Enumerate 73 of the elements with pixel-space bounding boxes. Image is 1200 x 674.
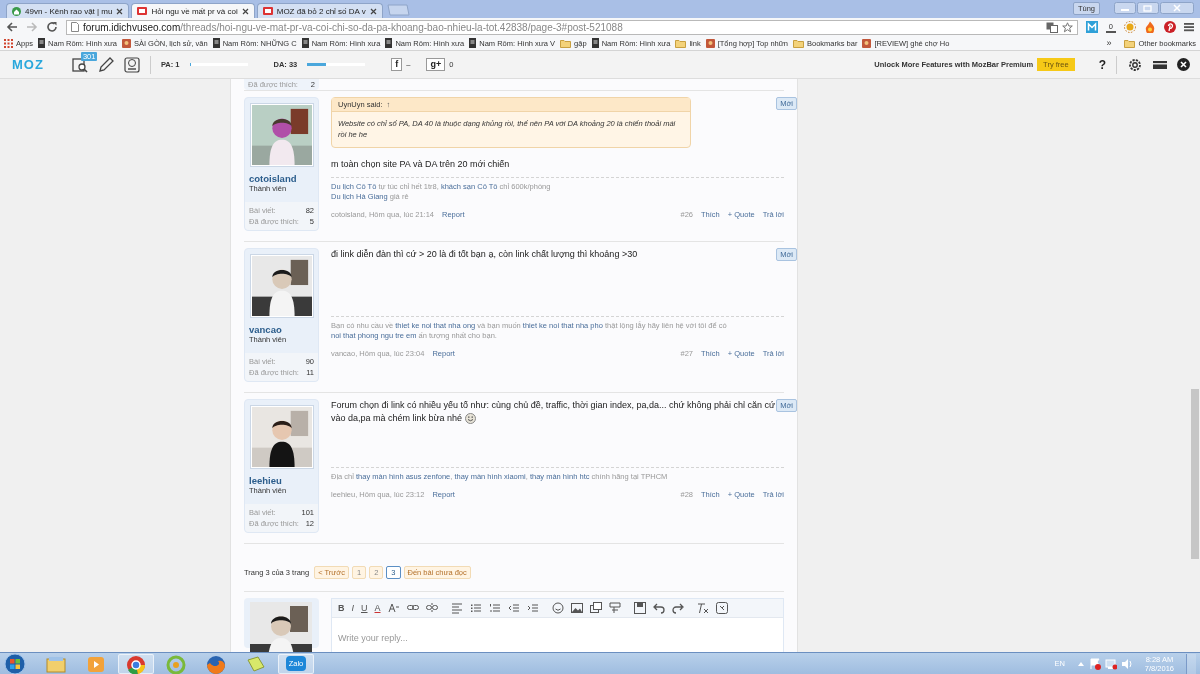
book-icon: [38, 38, 46, 48]
apps-grid-icon: [4, 38, 13, 48]
close-icon[interactable]: [241, 7, 249, 15]
book-icon: [385, 38, 393, 48]
format-button[interactable]: B: [338, 603, 345, 613]
message-text: đi link diễn đàn thì cứ > 20 là đi tốt bạn ạ, còn link chất lượng thì khoảng >30: [331, 249, 638, 260]
avatar-frame[interactable]: [249, 103, 314, 167]
folder-icon: [792, 38, 804, 48]
image-icon[interactable]: [570, 602, 583, 614]
clear-format-icon[interactable]: [696, 602, 709, 614]
network-icon[interactable]: [1104, 657, 1117, 670]
google-plus-button[interactable]: g+: [426, 58, 446, 71]
avatar-frame[interactable]: [249, 405, 314, 469]
message-text: Forum chọn đi link có nhiều yếu tố như: cùng chủ đề, traffic, thời gian index, pa,da... chứ không phải chỉ căn cứ vào da,pa mà chém link bừa nhé: [331, 400, 776, 424]
house-icon: [12, 6, 21, 16]
undo-icon[interactable]: [652, 602, 665, 614]
book-icon: [591, 38, 599, 48]
avatar-frame[interactable]: [249, 254, 314, 318]
smiley-icon[interactable]: [551, 602, 564, 614]
bar-icon[interactable]: [1153, 60, 1167, 69]
format-button[interactable]: I: [351, 603, 354, 613]
browser-tab[interactable]: 49vn - Kênh rao vặt | mu: [6, 3, 130, 18]
unlink-icon[interactable]: [425, 602, 438, 614]
photo-icon: [121, 38, 131, 48]
browser-tab[interactable]: Hỏi ngu về mất pr và coi: [131, 3, 255, 18]
facebook-button[interactable]: f: [391, 58, 403, 71]
redo-icon[interactable]: [671, 602, 684, 614]
username-link[interactable]: cotoisland: [249, 173, 314, 184]
folder-icon: [560, 38, 572, 48]
reply-field[interactable]: Write your reply...: [331, 618, 784, 652]
moz-logo: MOZ: [12, 57, 44, 72]
help-button[interactable]: ?: [1098, 57, 1106, 72]
save-icon[interactable]: [633, 602, 646, 614]
flame-icon[interactable]: [1144, 21, 1156, 33]
back-icon[interactable]: [6, 21, 18, 33]
close-icon[interactable]: [116, 7, 124, 15]
folder-icon: [1124, 38, 1136, 48]
taskbar-app[interactable]: [118, 653, 154, 674]
media-icon[interactable]: [589, 602, 602, 614]
star-icon[interactable]: [1061, 21, 1073, 33]
menu-icon[interactable]: [1184, 22, 1194, 32]
format-button[interactable]: U: [361, 603, 368, 613]
reload-icon[interactable]: [46, 21, 58, 33]
indent-icon[interactable]: [526, 602, 539, 614]
url-text: forum.idichvuseo.com/threads/hoi-ngu-ve-mat-pr-va-coi-chi-so-da-pa-khoang-bao-nhieu-la-tot.42838/page-3#post-521088: [83, 21, 623, 33]
start-button-icon[interactable]: [4, 652, 26, 674]
username-link[interactable]: leehieu: [249, 475, 314, 486]
book-icon: [301, 38, 309, 48]
message-text: m toàn chọn site PA và DA trên 20 mới chiến: [331, 159, 510, 170]
scrollbar-thumb[interactable]: [1191, 389, 1199, 559]
photo-icon: [862, 38, 872, 48]
font-size-icon[interactable]: [387, 602, 400, 614]
folder-icon: [675, 38, 687, 48]
more-bookmarks-button[interactable]: »: [1106, 38, 1112, 48]
smiley-icon: [465, 413, 477, 425]
settings-icon[interactable]: [1127, 56, 1143, 73]
address-bar[interactable]: forum.idichvuseo.com/threads/hoi-ngu-ve-mat-pr-va-coi-chi-so-da-pa-khoang-bao-nhieu-la-tot.42838/page-3#post-521088: [66, 19, 1078, 35]
format-button[interactable]: A: [374, 603, 381, 613]
flag-icon[interactable]: [1088, 657, 1101, 670]
outdent-icon[interactable]: [507, 602, 520, 614]
pinterest-icon[interactable]: [1164, 21, 1176, 33]
page-icon: [71, 22, 79, 32]
translate-icon[interactable]: [1045, 21, 1058, 33]
book-icon: [212, 38, 220, 48]
username-link[interactable]: vancao: [249, 324, 314, 335]
m-logo-icon[interactable]: [1085, 21, 1098, 33]
pencil-icon[interactable]: [97, 56, 114, 73]
browser-tab[interactable]: MOZ đã bỏ 2 chỉ số DA v: [256, 3, 383, 18]
close-icon[interactable]: [1177, 58, 1190, 71]
book-icon: [469, 38, 477, 48]
minimize-icon[interactable]: [1114, 2, 1136, 14]
photo-icon: [705, 38, 715, 48]
close-icon[interactable]: [369, 7, 377, 15]
